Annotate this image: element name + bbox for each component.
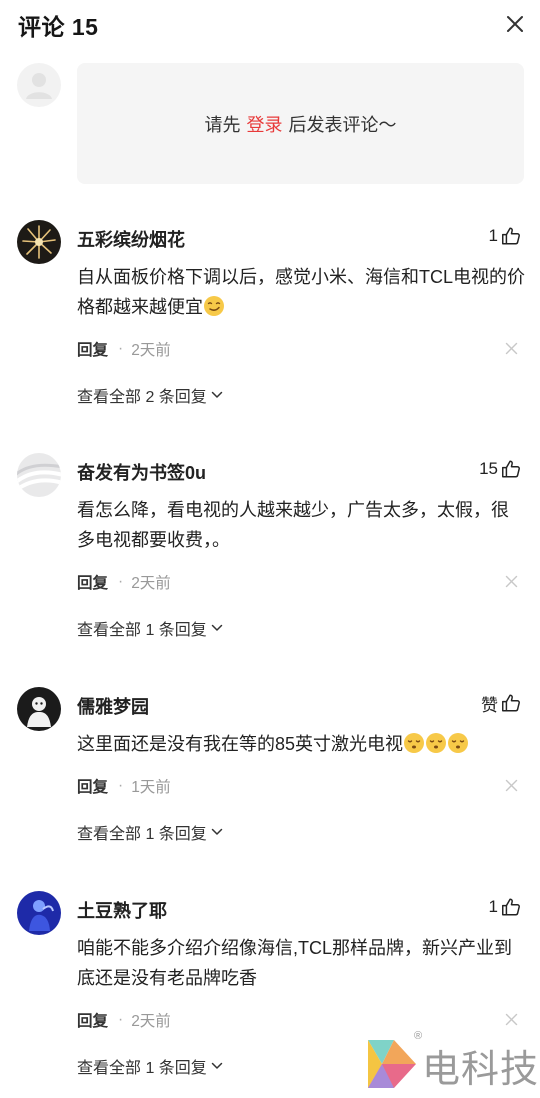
dismiss-icon[interactable] xyxy=(505,1013,518,1026)
thumbs-up-icon xyxy=(502,898,520,916)
like-count: 1 xyxy=(488,226,498,245)
comment-body: 看怎么降，看电视的人越来越少，广告太多，太假，很多电视都要收费，。 xyxy=(77,500,509,550)
comment-time: 2天前 xyxy=(131,1013,171,1030)
view-replies-label: 查看全部 2 条回复 xyxy=(77,389,207,406)
comment-body: 这里面还是没有我在等的85英寸激光电视 xyxy=(77,734,404,754)
username[interactable]: 土豆熟了耶 xyxy=(77,897,167,923)
username[interactable]: 五彩缤纷烟花 xyxy=(77,226,185,252)
comment-text: 看怎么降，看电视的人越来越少，广告太多，太假，很多电视都要收费，。 xyxy=(77,495,525,555)
comment-body: 自从面板价格下调以后，感觉小米、海信和TCL电视的价格都越来越便宜 xyxy=(77,267,526,317)
view-replies-link[interactable]: 查看全部 1 条回复 xyxy=(77,820,223,844)
comment-time: 1天前 xyxy=(131,779,171,796)
blue-character-avatar-icon xyxy=(17,891,61,935)
like-button[interactable]: 1 xyxy=(489,895,522,919)
comment-meta: 回复 · 2天前 xyxy=(77,571,171,593)
comment-text: 咱能不能多介绍介绍像海信,TCL那样品牌，新兴产业到底还是没有老品牌吃香 xyxy=(77,933,525,993)
view-replies-link[interactable]: 查看全部 2 条回复 xyxy=(77,383,223,407)
comment-meta: 回复 · 1天前 xyxy=(77,775,171,797)
reply-button[interactable]: 回复 xyxy=(77,571,108,593)
like-count: 1 xyxy=(488,897,498,916)
login-prefix: 请先 xyxy=(204,114,241,135)
chevron-down-icon xyxy=(211,391,223,398)
chevron-down-icon xyxy=(211,624,223,631)
sleepy-emoji-icon xyxy=(426,733,447,753)
chevron-down-icon xyxy=(211,828,223,835)
comments-header: 评论 15 xyxy=(0,0,540,52)
character-avatar-icon xyxy=(17,687,61,731)
comment-text: 自从面板价格下调以后，感觉小米、海信和TCL电视的价格都越来越便宜 xyxy=(77,262,525,322)
meta-separator: · xyxy=(118,1011,124,1028)
avatar[interactable] xyxy=(17,220,61,264)
meta-separator: · xyxy=(118,340,124,357)
current-user-avatar xyxy=(17,63,61,107)
thumbs-up-icon xyxy=(502,227,520,245)
like-button[interactable]: 15 xyxy=(479,457,522,481)
reply-button[interactable]: 回复 xyxy=(77,775,108,797)
comment-meta: 回复 · 2天前 xyxy=(77,1009,171,1031)
watermark-registered-mark: ® xyxy=(414,1030,423,1042)
watermark: ® 电科技 xyxy=(364,1030,540,1094)
login-link[interactable]: 登录 xyxy=(247,111,283,137)
watermark-text: 电科技 xyxy=(422,1049,540,1091)
logo-icon xyxy=(368,1040,416,1088)
like-button[interactable]: 赞 xyxy=(481,691,522,715)
view-replies-link[interactable]: 查看全部 1 条回复 xyxy=(77,1054,223,1078)
dismiss-icon[interactable] xyxy=(505,779,518,792)
smirk-emoji-icon xyxy=(204,296,224,316)
close-icon[interactable] xyxy=(504,13,526,35)
view-replies-label: 查看全部 1 条回复 xyxy=(77,826,207,843)
reply-button[interactable]: 回复 xyxy=(77,1009,108,1031)
like-button[interactable]: 1 xyxy=(489,224,522,248)
sleepy-emoji-icon xyxy=(404,733,425,753)
username[interactable]: 儒雅梦园 xyxy=(77,693,149,719)
comments-title: 评论 15 xyxy=(18,14,99,40)
comment-meta: 回复 · 2天前 xyxy=(77,338,171,360)
meta-separator: · xyxy=(118,777,124,794)
abstract-avatar-icon xyxy=(17,453,61,497)
thumbs-up-icon xyxy=(502,694,520,712)
comment-time: 2天前 xyxy=(131,342,171,359)
avatar[interactable] xyxy=(17,891,61,935)
avatar[interactable] xyxy=(17,453,61,497)
sleepy-emoji-icon xyxy=(448,733,469,753)
username[interactable]: 奋发有为书签0u xyxy=(77,459,206,485)
like-count: 15 xyxy=(479,459,498,478)
avatar[interactable] xyxy=(17,687,61,731)
chevron-down-icon xyxy=(211,1062,223,1069)
dismiss-icon[interactable] xyxy=(505,575,518,588)
dismiss-icon[interactable] xyxy=(505,342,518,355)
login-suffix: 后发表评论～ xyxy=(288,114,397,135)
view-replies-label: 查看全部 1 条回复 xyxy=(77,622,207,639)
comment-text: 这里面还是没有我在等的85英寸激光电视 xyxy=(77,729,525,759)
meta-separator: · xyxy=(118,573,124,590)
reply-button[interactable]: 回复 xyxy=(77,338,108,360)
like-label: 赞 xyxy=(481,695,498,715)
comment-time: 2天前 xyxy=(131,575,171,592)
thumbs-up-icon xyxy=(502,460,520,478)
fireworks-avatar-icon xyxy=(17,220,61,264)
default-user-icon xyxy=(26,73,52,99)
login-prompt: 请先 登录 后发表评论～ xyxy=(77,63,524,184)
view-replies-label: 查看全部 1 条回复 xyxy=(77,1060,207,1077)
comment-body: 咱能不能多介绍介绍像海信,TCL那样品牌，新兴产业到底还是没有老品牌吃香 xyxy=(77,938,513,988)
view-replies-link[interactable]: 查看全部 1 条回复 xyxy=(77,616,223,640)
